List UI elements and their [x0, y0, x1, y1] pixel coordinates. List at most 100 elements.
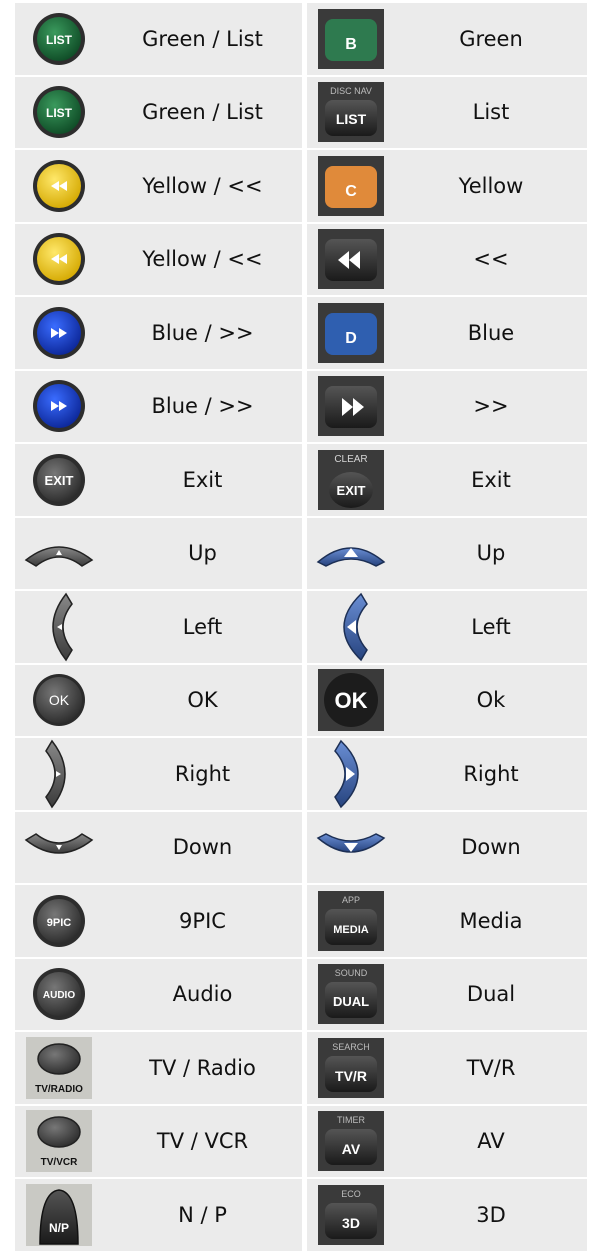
left-mapping-cell: 9PIC 9PIC	[14, 884, 303, 958]
yellow-rewind-button-icon	[15, 224, 103, 296]
ok-button-icon: OK	[15, 665, 103, 737]
mapping-label: Exit	[471, 467, 511, 492]
mapping-label: Right	[463, 761, 519, 786]
svg-text:C: C	[345, 183, 357, 200]
left-mapping-cell: LIST Green / List	[14, 75, 303, 149]
svg-text:SEARCH: SEARCH	[332, 1042, 370, 1052]
mapping-label: Ok	[476, 688, 506, 713]
svg-text:AV: AV	[342, 1141, 361, 1157]
mapping-label: Down	[461, 835, 521, 860]
right-mapping-cell: >>	[306, 369, 588, 443]
svg-text:LIST: LIST	[46, 33, 73, 47]
audio-button-icon: AUDIO	[15, 959, 103, 1031]
mapping-label: Audio	[172, 982, 233, 1007]
mapping-label: Left	[471, 614, 511, 639]
mapping-label: TV / VCR	[156, 1129, 249, 1154]
blue-right-arrow-button-icon	[307, 738, 395, 810]
left-mapping-cell: OK OK	[14, 663, 303, 737]
mapping-label: TV / Radio	[149, 1055, 256, 1080]
table-row: Yellow / << C Yellow	[14, 149, 588, 223]
svg-text:OK: OK	[49, 692, 70, 708]
up-arrow-button-icon	[15, 518, 103, 590]
left-mapping-cell: TV/RADIO TV / Radio	[14, 1031, 303, 1105]
svg-text:9PIC: 9PIC	[47, 917, 72, 929]
tv-radio-button-icon: TV/RADIO	[15, 1032, 103, 1104]
left-mapping-cell: TV/VCR TV / VCR	[14, 1104, 303, 1178]
svg-text:B: B	[345, 36, 357, 53]
dark-ok-button-icon: OK	[307, 665, 395, 737]
svg-text:TV/VCR: TV/VCR	[41, 1157, 78, 1168]
mapping-label: Green	[459, 26, 523, 51]
mapping-label: AV	[477, 1129, 505, 1154]
mapping-label: List	[472, 100, 510, 125]
mapping-label: OK	[187, 688, 218, 713]
9pic-button-icon: 9PIC	[15, 885, 103, 957]
mapping-label: Right	[174, 761, 231, 786]
svg-text:EXIT: EXIT	[45, 473, 74, 488]
exit-button-icon: EXIT	[15, 444, 103, 516]
blue-d-button-icon: D	[307, 297, 395, 369]
table-row: EXIT Exit CLEAR EXIT Exit	[14, 443, 588, 517]
mapping-label: Blue / >>	[151, 320, 254, 345]
table-row: Down Down	[14, 810, 588, 884]
mapping-label: Green / List	[142, 100, 263, 125]
svg-text:SOUND: SOUND	[335, 968, 368, 978]
right-mapping-cell: Down	[306, 810, 588, 884]
svg-text:MEDIA: MEDIA	[333, 924, 369, 936]
right-mapping-cell: B Green	[306, 2, 588, 76]
right-mapping-cell: ECO 3D 3D	[306, 1178, 588, 1252]
media-app-button-icon: APP MEDIA	[307, 885, 395, 957]
table-row: Blue / >> D Blue	[14, 296, 588, 370]
mapping-label: Down	[172, 835, 233, 860]
mapping-label: Yellow / <<	[142, 247, 263, 272]
table-row: Left Left	[14, 590, 588, 664]
mapping-label: Up	[188, 541, 217, 566]
yellow-rewind-button-icon	[15, 150, 103, 222]
svg-text:TV/RADIO: TV/RADIO	[35, 1084, 83, 1095]
right-mapping-cell: <<	[306, 222, 588, 296]
orange-c-button-icon: C	[307, 150, 395, 222]
left-arrow-button-icon	[15, 591, 103, 663]
table-row: Yellow / << <<	[14, 222, 588, 296]
mapping-label: Blue / >>	[151, 394, 254, 419]
mapping-label: >>	[473, 394, 509, 419]
left-mapping-cell: Yellow / <<	[14, 222, 303, 296]
right-mapping-cell: D Blue	[306, 296, 588, 370]
np-button-icon: N/P	[15, 1179, 103, 1251]
left-mapping-cell: Blue / >>	[14, 296, 303, 370]
left-mapping-cell: LIST Green / List	[14, 2, 303, 76]
blue-left-arrow-button-icon	[307, 591, 395, 663]
left-mapping-cell: Left	[14, 590, 303, 664]
table-row: 9PIC 9PIC APP MEDIA Media	[14, 884, 588, 958]
right-mapping-cell: APP MEDIA Media	[306, 884, 588, 958]
rewind-button-icon	[307, 224, 395, 296]
mapping-label: Exit	[182, 467, 223, 492]
mapping-label: 3D	[476, 1202, 506, 1227]
table-row: OK OK OK Ok	[14, 663, 588, 737]
left-mapping-cell: Yellow / <<	[14, 149, 303, 223]
mapping-label: 9PIC	[179, 908, 226, 933]
exit-clear-button-icon: CLEAR EXIT	[307, 444, 395, 516]
right-mapping-cell: SOUND DUAL Dual	[306, 957, 588, 1031]
green-list-button-icon: LIST	[15, 3, 103, 75]
table-row: LIST Green / List B Green	[14, 2, 588, 76]
mapping-label: Up	[476, 541, 506, 566]
mapping-label: Dual	[466, 982, 516, 1007]
mapping-label: Left	[182, 614, 223, 639]
svg-text:LIST: LIST	[46, 106, 73, 120]
right-mapping-cell: OK Ok	[306, 663, 588, 737]
right-arrow-button-icon	[15, 738, 103, 810]
list-disc-nav-button-icon: DISC NAV LIST	[307, 77, 395, 149]
svg-text:3D: 3D	[342, 1215, 360, 1231]
blue-up-arrow-button-icon	[307, 518, 395, 590]
right-mapping-cell: Left	[306, 590, 588, 664]
svg-text:APP: APP	[342, 895, 360, 905]
mapping-label: Yellow	[458, 173, 524, 198]
table-row: Right Right	[14, 737, 588, 811]
svg-text:AUDIO: AUDIO	[43, 990, 75, 1001]
table-row: AUDIO Audio SOUND DUAL Dual	[14, 957, 588, 1031]
left-mapping-cell: Blue / >>	[14, 369, 303, 443]
right-mapping-cell: Right	[306, 737, 588, 811]
left-mapping-cell: AUDIO Audio	[14, 957, 303, 1031]
svg-text:LIST: LIST	[336, 111, 367, 127]
